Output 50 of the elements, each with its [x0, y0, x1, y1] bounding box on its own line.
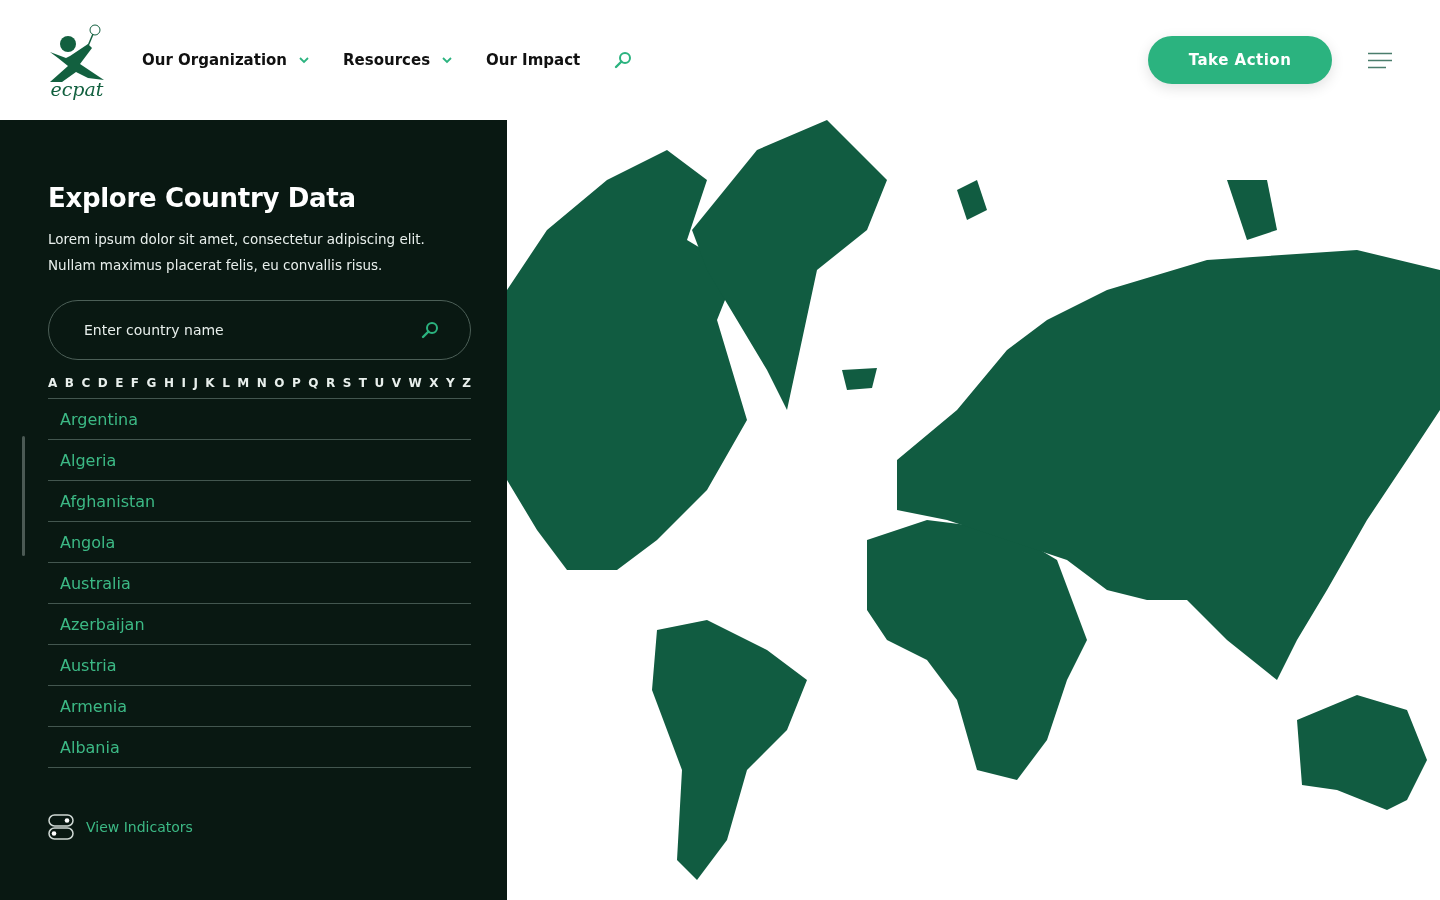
letter-filter-link[interactable]: K — [205, 376, 215, 390]
letter-filter-link[interactable]: E — [115, 376, 124, 390]
letter-filter-link[interactable]: M — [237, 376, 250, 390]
letter-filter-link[interactable]: Q — [308, 376, 319, 390]
letter-filter-link[interactable]: F — [130, 376, 140, 390]
chevron-down-icon — [299, 56, 310, 64]
letter-filter-link[interactable]: V — [391, 376, 401, 390]
scrollbar-thumb[interactable] — [22, 436, 25, 556]
country-list-item[interactable]: Australia — [48, 563, 471, 604]
logo-figure-icon — [48, 21, 106, 84]
view-indicators-link[interactable]: View Indicators — [86, 819, 193, 835]
chevron-down-icon — [442, 56, 453, 64]
letter-filter-link[interactable]: L — [222, 376, 230, 390]
country-search-field[interactable]: Enter country name — [48, 300, 471, 360]
letter-filter-link[interactable]: U — [374, 376, 385, 390]
country-list-item[interactable]: Argentina — [48, 399, 471, 440]
letter-filter-link[interactable]: J — [193, 376, 198, 390]
letter-filter-link[interactable]: B — [64, 376, 74, 390]
country-list-item[interactable]: Austria — [48, 645, 471, 686]
letter-filter-link[interactable]: R — [325, 376, 336, 390]
country-list-item[interactable]: Algeria — [48, 440, 471, 481]
letter-filter-link[interactable]: C — [81, 376, 91, 390]
country-list-item[interactable]: Azerbaijan — [48, 604, 471, 645]
country-list-item[interactable]: Armenia — [48, 686, 471, 727]
letter-filter-link[interactable]: S — [342, 376, 352, 390]
panel-description: Lorem ipsum dolor sit amet, consectetur adipiscing elit. Nullam maximus placerat felis, eu convallis risus. — [48, 230, 426, 275]
letter-filter-link[interactable]: O — [274, 376, 285, 390]
nav-link[interactable]: Our Impact — [486, 51, 581, 69]
search-icon[interactable] — [421, 321, 439, 339]
letter-filter-link[interactable]: X — [429, 376, 439, 390]
letter-filter-link[interactable]: A — [48, 376, 58, 390]
logo-wordmark[interactable]: ecpat — [50, 79, 104, 99]
letter-filter-link[interactable]: T — [358, 376, 367, 390]
letter-filter-link[interactable]: H — [163, 376, 174, 390]
letter-filter-link[interactable]: Y — [445, 376, 455, 390]
country-list-item[interactable]: Afghanistan — [48, 481, 471, 522]
panel-title: Explore Country Data — [48, 182, 357, 214]
nav-link[interactable]: Our Organization — [142, 51, 310, 69]
country-list-item[interactable]: Albania — [48, 727, 471, 768]
letter-filter-link[interactable]: I — [181, 376, 186, 390]
letter-filter-link[interactable]: W — [408, 376, 422, 390]
letter-filter-link[interactable]: D — [97, 376, 108, 390]
country-list-item[interactable]: Angola — [48, 522, 471, 563]
letter-filter-link[interactable]: G — [146, 376, 157, 390]
letter-filter-link[interactable]: N — [256, 376, 267, 390]
menu-icon[interactable] — [1368, 51, 1392, 69]
toggles-icon[interactable] — [48, 814, 74, 840]
letter-filter-link[interactable]: P — [291, 376, 301, 390]
nav-link[interactable]: Resources — [343, 51, 453, 69]
letter-filter-link[interactable]: Z — [462, 376, 471, 390]
